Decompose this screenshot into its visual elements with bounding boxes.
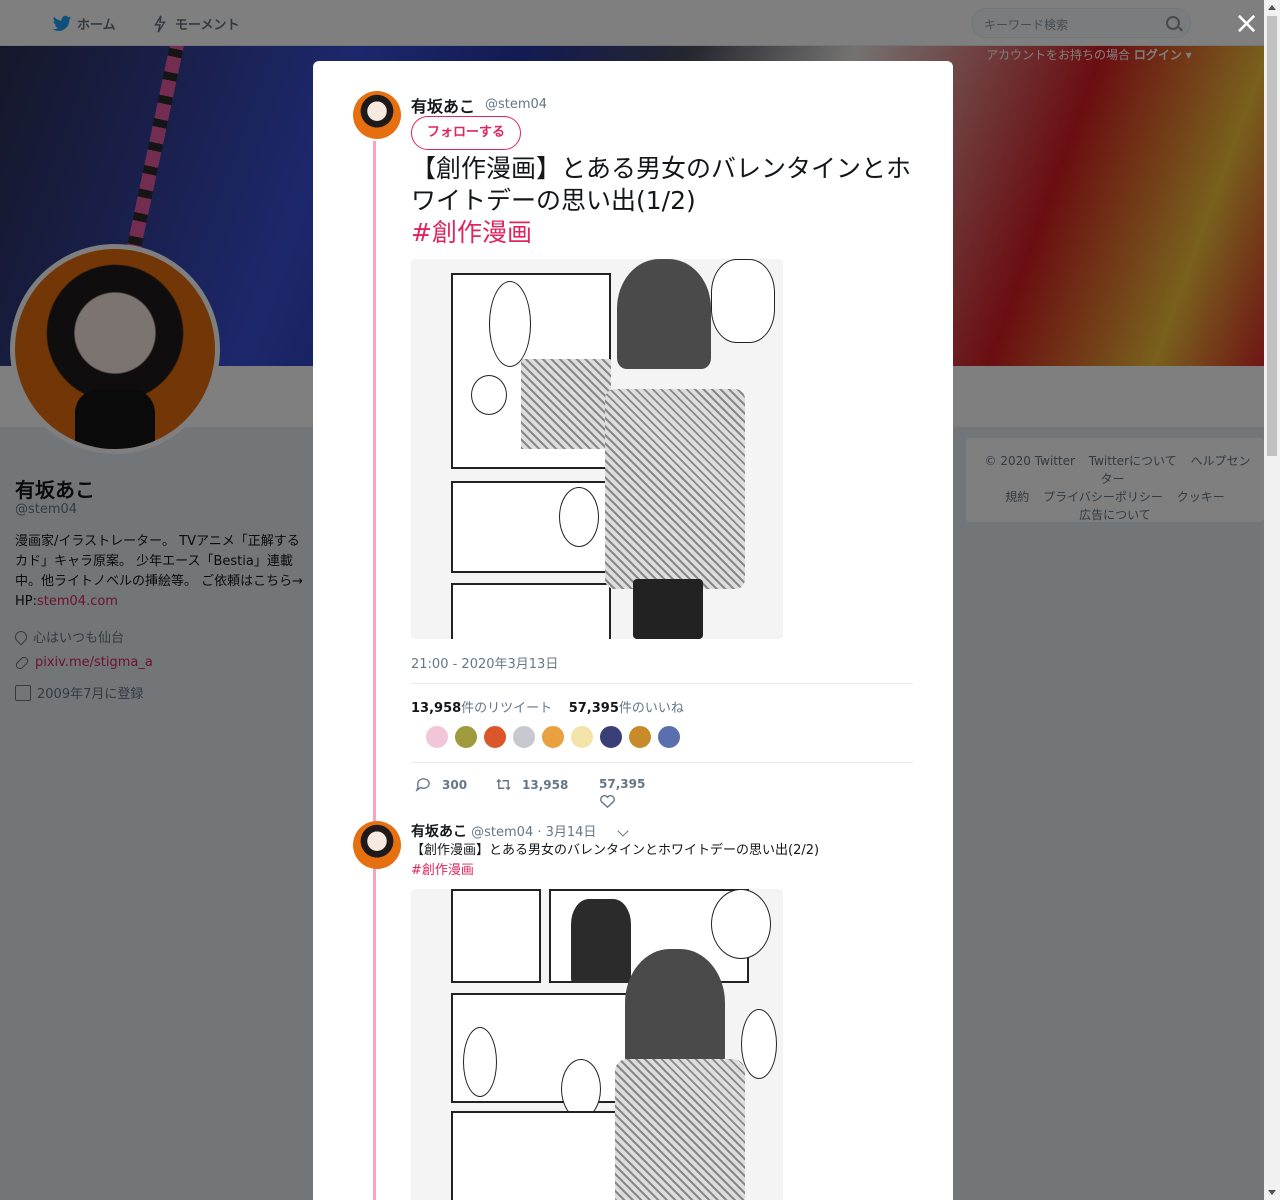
reply-count: 300 bbox=[442, 777, 468, 792]
manga-character-dress bbox=[615, 1059, 745, 1200]
reply-body: 【創作漫画】とある男女のバレンタインとホワイトデーの思い出(2/2) bbox=[411, 843, 820, 858]
liker-avatar[interactable] bbox=[541, 725, 565, 749]
tweet-author-name[interactable]: 有坂あこ bbox=[411, 93, 475, 117]
speech-bubble bbox=[741, 1009, 777, 1079]
divider bbox=[411, 762, 913, 763]
liker-avatar[interactable] bbox=[628, 725, 652, 749]
retweet-button[interactable]: 13,958 bbox=[495, 777, 568, 792]
retweet-count[interactable]: 13,958 bbox=[411, 701, 461, 716]
tweet-author-handle[interactable]: @stem04 bbox=[485, 97, 547, 112]
reply-hashtag[interactable]: #創作漫画 bbox=[411, 863, 474, 878]
scroll-up-arrow-icon[interactable] bbox=[1268, 5, 1276, 10]
chevron-down-icon[interactable] bbox=[617, 825, 629, 837]
tweet-image-manga-page-1[interactable] bbox=[411, 259, 783, 639]
tweet-actions: 300 13,958 57,395 bbox=[411, 777, 711, 809]
divider bbox=[411, 683, 913, 684]
liker-avatar[interactable] bbox=[512, 725, 536, 749]
reply-author-handle[interactable]: @stem04 bbox=[471, 825, 533, 840]
manga-character-hair bbox=[625, 949, 725, 1069]
liker-avatar[interactable] bbox=[570, 725, 594, 749]
reply-author-avatar[interactable] bbox=[353, 821, 401, 869]
liker-avatars bbox=[425, 725, 686, 749]
scroll-down-arrow-icon[interactable] bbox=[1268, 1190, 1276, 1195]
speech-bubble bbox=[561, 1059, 601, 1119]
reply-date[interactable]: · 3月14日 bbox=[537, 825, 596, 840]
manga-character-hair bbox=[617, 259, 711, 369]
page-scrollbar[interactable] bbox=[1264, 0, 1280, 1200]
tweet-timestamp[interactable]: 21:00 - 2020年3月13日 bbox=[411, 653, 558, 672]
retweet-action-count: 13,958 bbox=[522, 777, 569, 792]
like-action-count: 57,395 bbox=[599, 777, 646, 791]
retweet-label[interactable]: 件のリツイート bbox=[461, 701, 552, 716]
speech-bubble bbox=[711, 259, 775, 343]
manga-panel bbox=[451, 583, 611, 639]
manga-panel bbox=[451, 889, 541, 983]
speech-bubble bbox=[711, 889, 771, 959]
manga-panel bbox=[451, 1111, 621, 1200]
liker-avatar[interactable] bbox=[657, 725, 681, 749]
tweet-modal: 有坂あこ @stem04 フォローする 【創作漫画】とある男女のバレンタインとホ… bbox=[313, 61, 953, 1200]
tweet-hashtag[interactable]: #創作漫画 bbox=[411, 218, 532, 247]
liker-avatar[interactable] bbox=[599, 725, 623, 749]
close-icon[interactable]: × bbox=[1234, 9, 1259, 39]
reply-button[interactable]: 300 bbox=[415, 777, 467, 792]
retweet-icon bbox=[496, 778, 511, 791]
thread-line bbox=[373, 141, 376, 1200]
like-count[interactable]: 57,395 bbox=[569, 701, 619, 716]
reply-author-name[interactable]: 有坂あこ bbox=[411, 824, 467, 840]
tweet-stats: 13,958件のリツイート 57,395件のいいね bbox=[411, 697, 684, 716]
liker-avatar[interactable] bbox=[483, 725, 507, 749]
reply-text: 【創作漫画】とある男女のバレンタインとホワイトデーの思い出(2/2) #創作漫画 bbox=[411, 841, 931, 881]
scrollbar-thumb[interactable] bbox=[1267, 16, 1277, 456]
manga-character-suit bbox=[571, 899, 631, 983]
speech-bubble bbox=[489, 281, 531, 367]
like-button[interactable]: 57,395 bbox=[599, 777, 645, 809]
speech-bubble bbox=[471, 375, 507, 415]
tweet-text: 【創作漫画】とある男女のバレンタインとホワイトデーの思い出(1/2) #創作漫画 bbox=[411, 153, 911, 249]
speech-bubble bbox=[463, 1027, 497, 1097]
like-label[interactable]: 件のいいね bbox=[619, 701, 684, 716]
follow-button[interactable]: フォローする bbox=[411, 116, 521, 150]
liker-avatar[interactable] bbox=[454, 725, 478, 749]
manga-character-cardigan bbox=[605, 389, 745, 589]
heart-icon bbox=[600, 795, 615, 809]
tweet-body: 【創作漫画】とある男女のバレンタインとホワイトデーの思い出(1/2) bbox=[411, 154, 912, 215]
speech-bubble bbox=[559, 487, 599, 547]
reply-icon bbox=[415, 778, 430, 792]
manga-screentone bbox=[521, 359, 611, 449]
liker-avatar[interactable] bbox=[425, 725, 449, 749]
reply-meta: 有坂あこ @stem04 · 3月14日 bbox=[411, 821, 596, 841]
manga-character-skirt bbox=[633, 579, 703, 639]
tweet-author-avatar[interactable] bbox=[353, 91, 401, 139]
reply-image-manga-page-2[interactable] bbox=[411, 889, 783, 1200]
